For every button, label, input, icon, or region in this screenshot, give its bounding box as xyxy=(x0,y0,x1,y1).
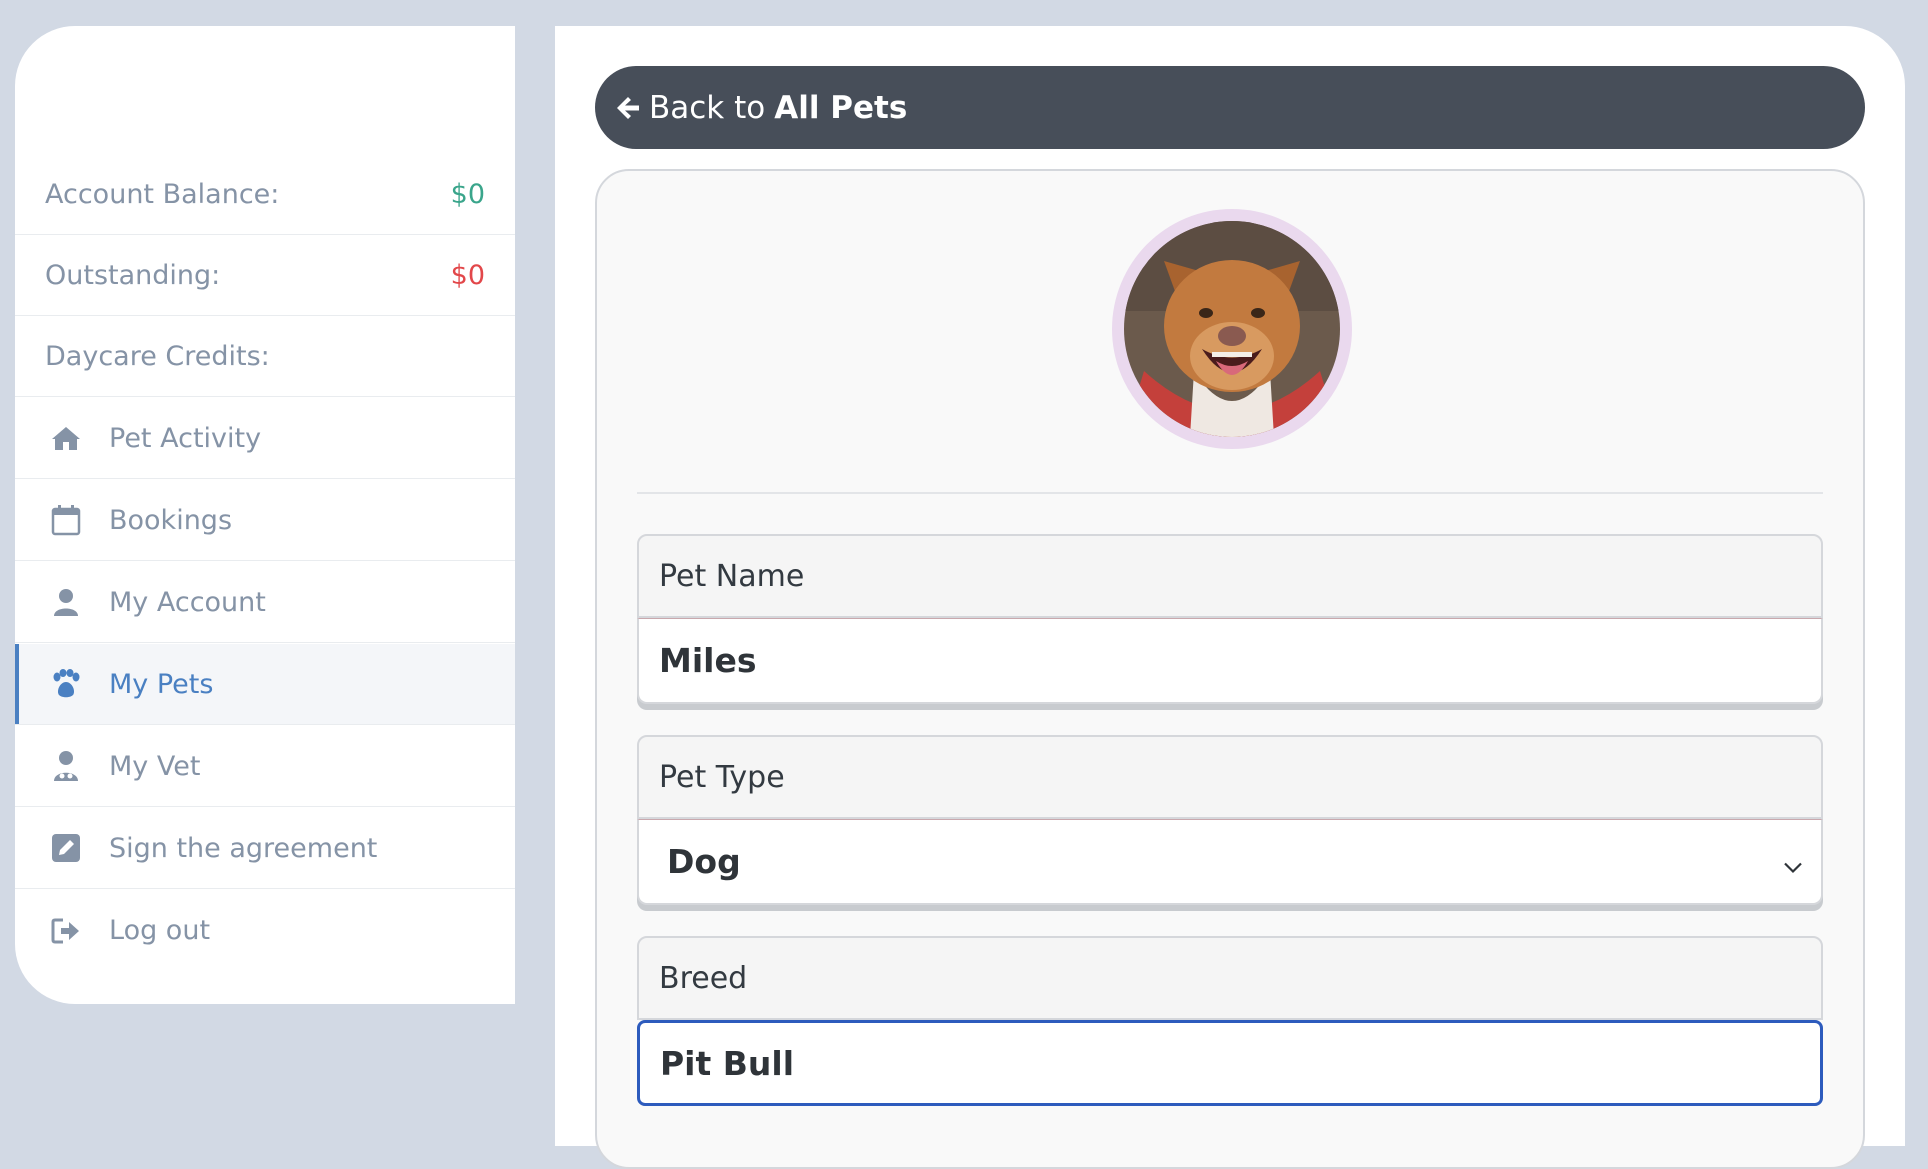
sidebar: Account Balance: $0 Outstanding: $0 Dayc… xyxy=(15,26,515,1004)
chevron-down-icon xyxy=(1783,842,1803,881)
pet-name-input[interactable]: Miles xyxy=(637,618,1823,704)
sidebar-item-label: Log out xyxy=(109,915,211,946)
user-icon xyxy=(50,586,82,618)
divider xyxy=(637,492,1823,494)
pet-photo xyxy=(1124,221,1340,437)
sidebar-item-label: My Vet xyxy=(109,750,201,782)
calendar-icon xyxy=(50,504,82,536)
pet-type-selected-value: Dog xyxy=(667,842,741,881)
breed-label: Breed xyxy=(637,936,1823,1020)
pet-card: Pet Name Miles Pet Type Dog Breed Pit Bu… xyxy=(595,169,1865,1169)
sidebar-item-label: My Pets xyxy=(109,668,214,700)
pet-avatar[interactable] xyxy=(1112,209,1352,449)
logout-icon xyxy=(50,915,82,947)
sidebar-item-my-pets[interactable]: My Pets xyxy=(15,644,515,725)
sidebar-item-bookings[interactable]: Bookings xyxy=(15,480,515,561)
sidebar-item-my-vet[interactable]: My Vet xyxy=(15,726,515,807)
pet-name-field: Pet Name Miles xyxy=(637,534,1823,704)
pet-name-label: Pet Name xyxy=(637,534,1823,618)
arrow-left-icon xyxy=(615,95,641,121)
main-panel: Back to All Pets Pet Name Miles Pet Type… xyxy=(555,26,1905,1169)
sidebar-item-my-account[interactable]: My Account xyxy=(15,562,515,643)
account-balance-label: Account Balance: xyxy=(45,178,280,210)
sidebar-item-label: My Account xyxy=(109,586,266,618)
sidebar-item-pet-activity[interactable]: Pet Activity xyxy=(15,398,515,479)
sidebar-item-label: Sign the agreement xyxy=(109,832,378,864)
outstanding-value: $0 xyxy=(450,259,485,291)
daycare-credits-label: Daycare Credits: xyxy=(45,340,270,372)
account-balance-row: Account Balance: $0 xyxy=(15,154,515,235)
pet-type-field: Pet Type Dog xyxy=(637,735,1823,905)
edit-icon xyxy=(50,832,82,864)
back-target: All Pets xyxy=(774,89,908,126)
sidebar-item-label: Pet Activity xyxy=(109,422,262,454)
outstanding-row: Outstanding: $0 xyxy=(15,235,515,316)
back-prefix: Back to xyxy=(649,89,766,126)
back-to-all-pets-button[interactable]: Back to All Pets xyxy=(595,66,1865,149)
breed-input[interactable]: Pit Bull xyxy=(637,1020,1823,1106)
sidebar-item-log-out[interactable]: Log out xyxy=(15,890,515,971)
doctor-icon xyxy=(50,750,82,782)
paw-icon xyxy=(50,668,82,700)
outstanding-label: Outstanding: xyxy=(45,259,221,291)
sidebar-item-sign-agreement[interactable]: Sign the agreement xyxy=(15,808,515,889)
home-icon xyxy=(50,422,82,454)
pet-type-select[interactable]: Dog xyxy=(637,819,1823,905)
daycare-credits-row: Daycare Credits: xyxy=(15,316,515,397)
pet-type-label: Pet Type xyxy=(637,735,1823,819)
account-balance-value: $0 xyxy=(450,178,485,210)
sidebar-item-label: Bookings xyxy=(109,504,233,536)
breed-field: Breed Pit Bull xyxy=(637,936,1823,1106)
